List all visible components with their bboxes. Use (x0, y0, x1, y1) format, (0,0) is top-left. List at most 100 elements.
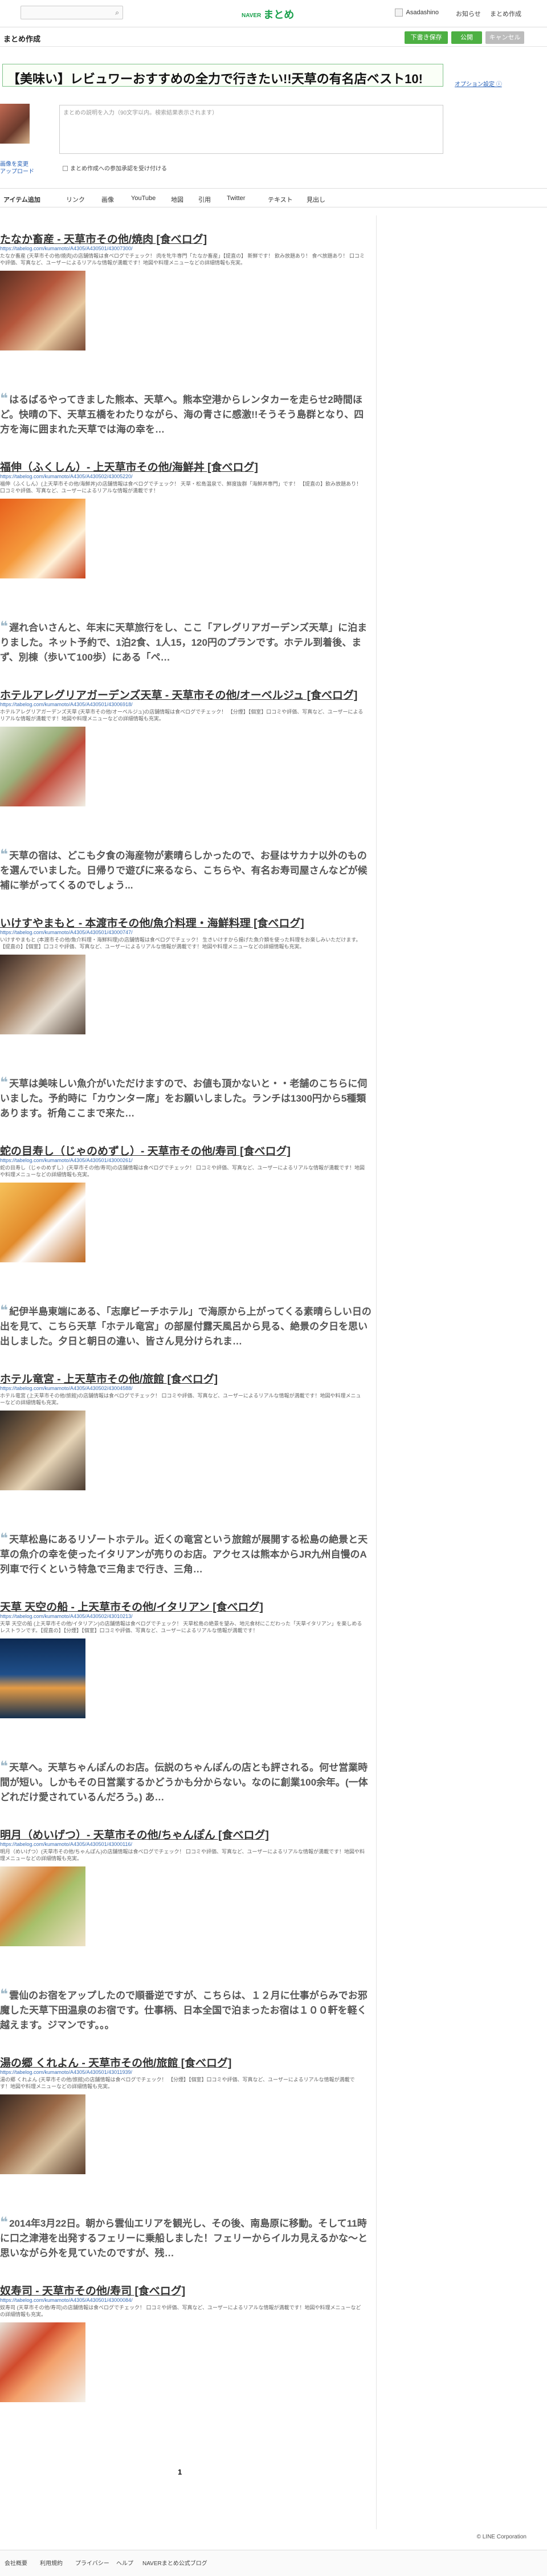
quote-block[interactable]: ❝ 天草松島にあるリゾートホテル。近くの竜宮という旅館が展開する松島の絶景と天草の… (0, 1531, 373, 1577)
participation-checkbox-row[interactable]: まとめ作成への参加承認を受け付ける (63, 164, 167, 172)
page-title: まとめ作成 (3, 35, 41, 43)
participation-checkbox[interactable] (63, 166, 68, 171)
item-description: 明月（めいげつ）(天草市その他/ちゃんぽん)の店舗情報は食べログでチェック！ 口… (0, 1849, 365, 1861)
quote-icon: ❝ (0, 391, 9, 406)
item-url[interactable]: https://tabelog.com/kumamoto/A4305/A4305… (0, 2069, 132, 2075)
item-url[interactable]: https://tabelog.com/kumamoto/A4305/A4305… (0, 930, 133, 935)
footer-link-company[interactable]: 会社概要 (5, 2558, 27, 2567)
set-meal-photo[interactable] (0, 955, 85, 1034)
item-url[interactable]: https://tabelog.com/kumamoto/A4305/A4305… (0, 246, 133, 251)
quote-block[interactable]: ❝ 天草へ。天草ちゃんぽんのお店。伝説のちゃんぽんの店とも評される。何せ営業時間が… (0, 1759, 373, 1805)
item-url[interactable]: https://tabelog.com/kumamoto/A4305/A4305… (0, 1157, 133, 1163)
item-title-link[interactable]: 明月（めいげつ）- 天草市その他/ちゃんぽん [食べログ] (0, 1827, 269, 1842)
champon-photo[interactable] (0, 1866, 85, 1946)
item-url[interactable]: https://tabelog.com/kumamoto/A4305/A4305… (0, 702, 133, 707)
toolbar-text[interactable]: テキスト (268, 195, 293, 204)
quote-icon: ❝ (0, 1303, 9, 1318)
toolbar-quote[interactable]: 引用 (198, 195, 211, 204)
item-title-link[interactable]: 天草 天空の船 - 上天草市その他/イタリアン [食べログ] (0, 1599, 263, 1614)
grilled-meat-photo[interactable] (0, 271, 85, 350)
thumbnail-image[interactable] (0, 104, 30, 144)
toolbar-add-item[interactable]: アイテム追加 (3, 195, 40, 204)
item-title-link[interactable]: 湯の郷 くれよん - 天草市その他/旅館 [食べログ] (0, 2055, 231, 2070)
copyright: © LINE Corporation (476, 2534, 526, 2540)
nigiri-photo[interactable] (0, 2322, 85, 2402)
item-url[interactable]: https://tabelog.com/kumamoto/A4305/A4305… (0, 1841, 132, 1847)
logo-text: まとめ (263, 9, 295, 21)
quote-icon: ❝ (0, 619, 9, 634)
column-divider (376, 215, 377, 2529)
create-matome-link[interactable]: まとめ作成 (490, 9, 521, 18)
quote-text: 雲仙のお宿をアップしたので順番逆ですが、こちらは、１２月に仕事がらみでお邪魔した… (0, 1990, 368, 2031)
toolbar-youtube[interactable]: YouTube (131, 195, 156, 202)
item-title-link[interactable]: 蛇の目寿し（じゃのめずし）- 天草市その他/寿司 [食べログ] (0, 1143, 291, 1158)
site-logo[interactable]: NAVER まとめ (242, 7, 294, 22)
item-url[interactable]: https://tabelog.com/kumamoto/A4305/A4305… (0, 1613, 133, 1619)
description-input[interactable]: まとめの説明を入力（90文字以内。検索結果表示されます） (59, 105, 443, 154)
change-thumbnail-link[interactable]: 画像を変更 アップロード (0, 161, 34, 176)
quote-text: はるばるやってきました熊本、天草へ。熊本空港からレンタカーを走らせ2時間ほど。快… (0, 394, 364, 435)
search-input[interactable]: ⌕ (21, 6, 123, 19)
quote-block[interactable]: ❝ 2014年3月22日。朝から雲仙エリアを観光し、その後、南島原に移動。そして1… (0, 2215, 373, 2261)
item-description: ホテルアレグリアガーデンズ天草 (天草市その他/オーベルジュ)の店舗情報は食べロ… (0, 709, 364, 722)
footer-link-privacy[interactable]: プライバシー (75, 2558, 109, 2567)
item-description: たなか畜産 (天草市その他/焼肉)の店舗情報は食べログでチェック！ 肉を牝牛専門… (0, 253, 365, 266)
item-title-link[interactable]: 奴寿司 - 天草市その他/寿司 [食べログ] (0, 2282, 185, 2298)
item-description: ホテル竜宮 (上天草市その他/旅館)の店舗情報は食べログでチェック！ 口コミや評… (0, 1393, 361, 1405)
toolbar-image[interactable]: 画像 (101, 195, 114, 204)
item-url[interactable]: https://tabelog.com/kumamoto/A4305/A4305… (0, 2297, 133, 2303)
item-description: いけすやまもと (本渡市その他/魚介料理・海鮮料理)の店舗情報は食べログでチェッ… (0, 937, 361, 949)
sushi-photo[interactable] (0, 1183, 85, 1262)
quote-text: 紀伊半島東端にある、「志摩ビーチホテル」で海原から上がってくる素晴らしい日の出を… (0, 1306, 372, 1347)
cancel-button[interactable]: キャンセル (485, 31, 524, 44)
footer-link-terms[interactable]: 利用規約 (40, 2558, 63, 2567)
footer-link-blog[interactable]: NAVERまとめ公式ブログ (142, 2558, 207, 2567)
course-dinner-photo[interactable] (0, 727, 85, 806)
save-draft-button[interactable]: 下書き保存 (405, 31, 448, 44)
sea-view-photo[interactable] (0, 1638, 85, 1718)
quote-text: 天草へ。天草ちゃんぽんのお店。伝説のちゃんぽんの店とも評される。何せ営業時間が短… (0, 1762, 368, 1803)
item-url[interactable]: https://tabelog.com/kumamoto/A4305/A4305… (0, 1385, 133, 1391)
page-number[interactable]: 1 (178, 2468, 182, 2476)
item-title-link[interactable]: 福伸（ふくしん）- 上天草市その他/海鮮丼 [食べログ] (0, 459, 258, 474)
toolbar-twitter[interactable]: Twitter (227, 195, 245, 202)
quote-block[interactable]: ❝ 雲仙のお宿をアップしたので順番逆ですが、こちらは、１２月に仕事がらみでお邪魔し… (0, 1987, 373, 2033)
footer-link-help[interactable]: ヘルプ (116, 2558, 133, 2567)
quote-icon: ❝ (0, 1987, 9, 2002)
avatar (394, 9, 403, 17)
item-description: 天草 天空の船 (上天草市その他/イタリアン)の店舗情報は食べログでチェック！ … (0, 1621, 362, 1633)
quote-block[interactable]: ❝ 天草は美味しい魚介がいただけますので、お値も頂かないと・・老舗のこちらに伺いま… (0, 1075, 373, 1121)
quote-text: 天草の宿は、どこも夕食の海産物が素晴らしかったので、お昼はサカナ以外のものを選ん… (0, 850, 368, 891)
item-description: 蛇の目寿し（じゃのめずし）(天草市その他/寿司)の店舗情報は食べログでチェック！… (0, 1165, 365, 1177)
user-menu[interactable]: Asadashino (394, 9, 439, 17)
quote-block[interactable]: ❝ はるばるやってきました熊本、天草へ。熊本空港からレンタカーを走らせ2時間ほど。… (0, 392, 373, 437)
toolbar-map[interactable]: 地図 (171, 195, 183, 204)
quote-block[interactable]: ❝ 天草の宿は、どこも夕食の海産物が素晴らしかったので、お昼はサカナ以外のものを選… (0, 847, 373, 893)
publish-button[interactable]: 公開 (451, 31, 482, 44)
onsen-meal-photo[interactable] (0, 2094, 85, 2174)
item-title-link[interactable]: たなか畜産 - 天草市その他/焼肉 [食べログ] (0, 231, 207, 246)
top-bar: ⌕ NAVER まとめ Asadashino お知らせ まとめ作成 (0, 0, 547, 27)
notifications-link[interactable]: お知らせ (456, 9, 481, 18)
item-title-link[interactable]: ホテルアレグリアガーデンズ天草 - 天草市その他/オーベルジュ [食べログ] (0, 687, 357, 702)
quote-block[interactable]: ❝ 遅れ合いさんと、年末に天草旅行をし、ここ「アレグリアガーデンズ天草」に泊まりま… (0, 619, 373, 665)
quote-icon: ❝ (0, 1531, 9, 1546)
description-placeholder: まとめの説明を入力（90文字以内。検索結果表示されます） (63, 110, 218, 116)
toolbar-heading[interactable]: 見出し (307, 195, 325, 204)
item-description: 奴寿司 (天草市その他/寿司)の店舗情報は食べログでチェック！ 口コミや評価、写… (0, 2305, 361, 2317)
search-icon[interactable]: ⌕ (115, 9, 119, 17)
item-title-link[interactable]: いけすやまもと - 本渡市その他/魚介料理・海鮮料理 [食べログ] (0, 915, 304, 930)
title-input[interactable]: 【美味い】レビュワーおすすめの全力で行きたい!!天草の有名店ベスト10! (2, 64, 443, 87)
quote-icon: ❝ (0, 1759, 9, 1774)
item-url[interactable]: https://tabelog.com/kumamoto/A4305/A4305… (0, 474, 133, 479)
item-description: 湯の郷 くれよん (天草市その他/旅館)の店舗情報は食べログでチェック！ 【分煙… (0, 2077, 355, 2089)
toolbar-link[interactable]: リンク (66, 195, 85, 204)
quote-block[interactable]: ❝ 紀伊半島東端にある、「志摩ビーチホテル」で海原から上がってくる素晴らしい日の出… (0, 1303, 373, 1349)
item-description: 福伸（ふくしん）(上天草市その他/海鮮丼)の店舗情報は食べログでチェック！ 天草… (0, 481, 362, 494)
seafood-bowl-photo[interactable] (0, 499, 85, 578)
item-title-link[interactable]: ホテル竜宮 - 上天草市その他/旅館 [食べログ] (0, 1371, 218, 1386)
option-settings-link[interactable]: オプション設定 ⓘ (455, 79, 502, 88)
ryokan-dinner-photo[interactable] (0, 1411, 85, 1490)
item-toolbar: アイテム追加 リンク 画像 YouTube 地図 引用 Twitter テキスト… (0, 188, 547, 207)
quote-icon: ❝ (0, 2215, 9, 2230)
